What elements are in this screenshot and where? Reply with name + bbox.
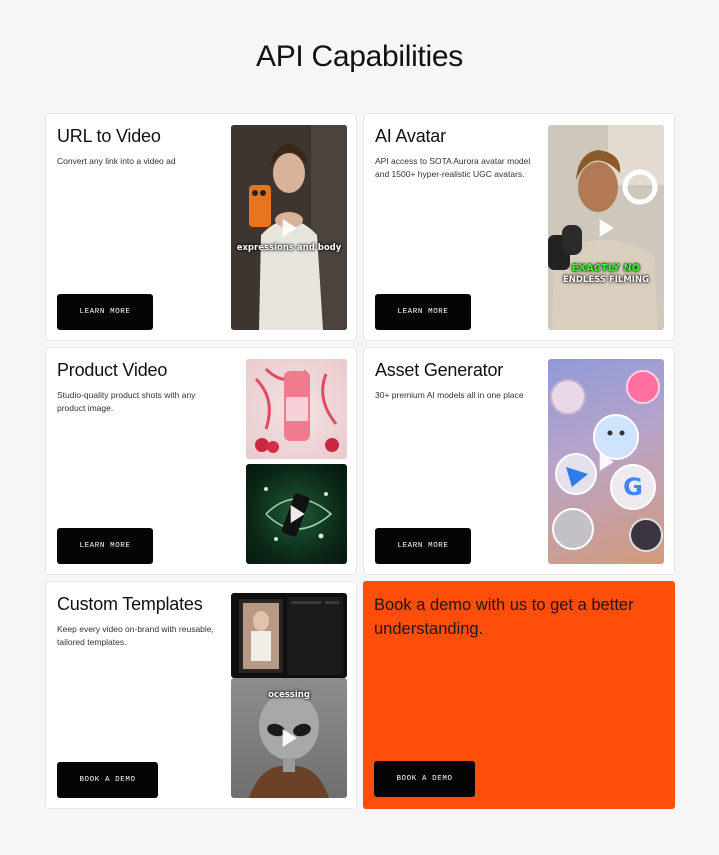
card-title: Product Video <box>57 360 168 380</box>
card-description: Convert any link into a video ad <box>57 156 176 166</box>
video-caption: expressions and body <box>236 243 342 253</box>
editor-ui-image <box>239 597 343 675</box>
card-title: URL to Video <box>57 126 161 146</box>
card-asset-generator: Asset Generator 30+ premium AI models al… <box>363 347 675 575</box>
card-description: 30+ premium AI models all in one place <box>375 390 524 400</box>
card-product-video: Product Video Studio-quality product sho… <box>45 347 357 575</box>
learn-more-button[interactable]: LEARN MORE <box>375 528 471 564</box>
card-description: API access to SOTA Aurora avatar model a… <box>375 156 531 179</box>
book-demo-cta-card: Book a demo with us to get a better unde… <box>363 581 675 809</box>
product-image[interactable] <box>246 359 347 459</box>
learn-more-button[interactable]: LEARN MORE <box>375 294 471 330</box>
page-title: API Capabilities <box>256 40 463 73</box>
play-icon[interactable] <box>599 218 614 237</box>
play-icon[interactable] <box>290 505 305 523</box>
card-ai-avatar: AI Avatar API access to SOTA Aurora avat… <box>363 113 675 341</box>
learn-more-button[interactable]: LEARN MORE <box>57 528 153 564</box>
video-thumbnail[interactable]: ocessing <box>231 678 347 798</box>
video-caption-line2: ENDLESS FILMING <box>562 275 650 285</box>
play-icon[interactable] <box>282 729 297 747</box>
book-a-demo-button[interactable]: BOOK A DEMO <box>57 762 158 798</box>
video-thumbnail[interactable]: expressions and body <box>231 125 347 330</box>
video-thumbnail[interactable] <box>246 464 347 564</box>
play-icon[interactable] <box>282 218 297 237</box>
video-thumbnail[interactable]: G <box>548 359 664 564</box>
svg-text:G: G <box>623 473 643 501</box>
strawberry-drink-image <box>254 367 339 453</box>
video-caption: ocessing <box>268 690 310 700</box>
play-icon[interactable] <box>599 452 614 471</box>
card-description: Keep every video on-brand with reusable,… <box>57 624 214 647</box>
template-editor-thumbnail[interactable] <box>231 593 347 678</box>
video-thumbnail[interactable]: EXACTLY NO ENDLESS FILMING <box>548 125 664 330</box>
video-caption-line1: EXACTLY NO <box>571 263 641 274</box>
cta-text: Book a demo with us to get a better unde… <box>374 596 634 638</box>
learn-more-button[interactable]: LEARN MORE <box>57 294 153 330</box>
card-custom-templates: Custom Templates Keep every video on-bra… <box>45 581 357 809</box>
card-title: Custom Templates <box>57 594 203 614</box>
card-url-to-video: URL to Video Convert any link into a vid… <box>45 113 357 341</box>
card-title: AI Avatar <box>375 126 446 146</box>
card-title: Asset Generator <box>375 360 504 380</box>
book-a-demo-button[interactable]: BOOK A DEMO <box>374 761 475 797</box>
card-description: Studio-quality product shots with any pr… <box>57 390 196 413</box>
